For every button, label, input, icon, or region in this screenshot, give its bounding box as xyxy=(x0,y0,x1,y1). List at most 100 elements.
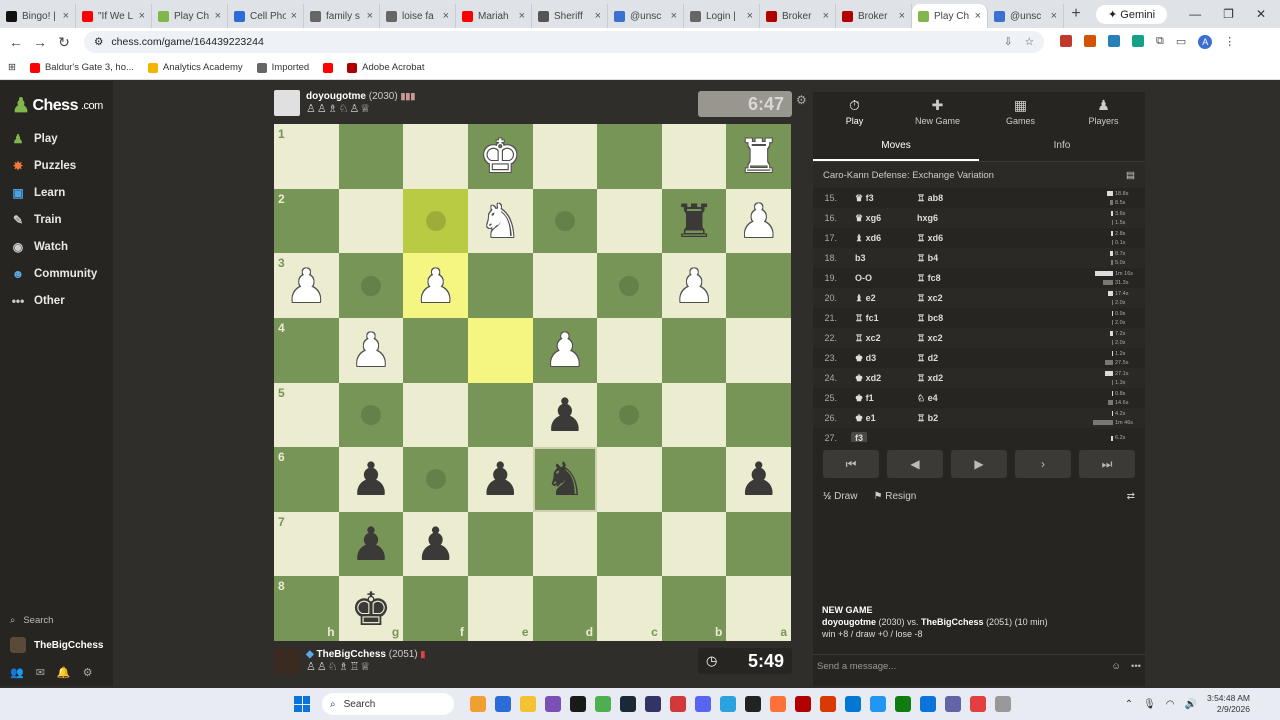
browser-tab[interactable]: Mariah × xyxy=(456,4,532,28)
sidebar-item-play[interactable]: ♟ Play xyxy=(10,125,97,152)
black-rook-piece[interactable]: ♜ xyxy=(673,198,714,244)
board-square[interactable] xyxy=(597,124,662,189)
bookmark-item[interactable]: Analytics Academy xyxy=(147,62,243,73)
board-square[interactable]: ♚ xyxy=(467,124,533,189)
board-square[interactable] xyxy=(597,382,662,448)
board-square[interactable] xyxy=(532,511,598,577)
white-pawn-piece[interactable]: ♟ xyxy=(673,263,714,309)
board-square[interactable] xyxy=(338,124,404,189)
sidebar-item-train[interactable]: ✎ Train xyxy=(10,206,97,233)
white-move[interactable]: ♚ f1 xyxy=(841,393,903,404)
white-move[interactable]: ♖ xc2 xyxy=(841,333,903,344)
board-square[interactable]: 1 xyxy=(274,124,339,189)
white-king-piece[interactable]: ♚ xyxy=(480,133,521,179)
panel-tab-play[interactable]: ⏱ Play xyxy=(813,92,896,130)
browser-tab[interactable]: loise fa × xyxy=(380,4,456,28)
taskbar-app-icon[interactable] xyxy=(995,696,1011,712)
board-square[interactable] xyxy=(403,124,468,189)
tab-close-icon[interactable]: × xyxy=(595,10,601,22)
black-pawn-piece[interactable]: ♟ xyxy=(544,392,585,438)
board-square[interactable]: 4 xyxy=(274,317,339,383)
taskbar-app-icon[interactable] xyxy=(645,696,661,712)
bookmark-item[interactable]: Adobe Acrobat xyxy=(347,62,424,73)
top-player-name[interactable]: doyougotme (2030) ▮▮▮ xyxy=(306,91,415,102)
board-square[interactable]: ♟ xyxy=(532,317,598,383)
minimize-icon[interactable]: — xyxy=(1189,7,1201,21)
address-bar[interactable]: ⚙ chess.com/game/164439223244 ⇩ ☆ xyxy=(84,31,1044,53)
board-square[interactable]: ♜ xyxy=(661,188,727,254)
black-move[interactable]: ♖ xc2 xyxy=(903,293,983,304)
board-square[interactable] xyxy=(338,382,404,448)
taskbar-app-icon[interactable] xyxy=(870,696,886,712)
extension-icon[interactable] xyxy=(1084,35,1096,47)
menu-dots-icon[interactable]: ⋮ xyxy=(1224,35,1235,49)
tab-close-icon[interactable]: × xyxy=(1051,10,1057,22)
browser-tab[interactable]: Bingo! | × xyxy=(0,4,76,28)
black-move[interactable]: ♖ bc8 xyxy=(903,313,983,324)
new-tab-button[interactable]: + xyxy=(1064,5,1088,23)
move-hint-dot[interactable] xyxy=(619,275,640,296)
board-square[interactable] xyxy=(532,253,598,318)
white-rook-piece[interactable]: ♜ xyxy=(738,133,779,179)
last-move-button[interactable]: ⏭ xyxy=(1079,450,1135,478)
move-hint-dot[interactable] xyxy=(554,210,575,231)
white-move[interactable]: ♛ f3 xyxy=(841,193,903,204)
black-move[interactable]: ♘ e4 xyxy=(903,393,983,404)
sidebar-item-community[interactable]: ☻ Community xyxy=(10,260,98,287)
sidebar-user[interactable]: TheBigCchess xyxy=(10,632,110,658)
move-hint-dot[interactable] xyxy=(619,404,640,425)
white-move[interactable]: b3 xyxy=(841,253,903,263)
white-move[interactable]: f3 xyxy=(851,432,868,442)
board-square[interactable]: ♟ xyxy=(726,447,791,512)
board-square[interactable] xyxy=(661,511,727,577)
draw-button[interactable]: ½ Draw xyxy=(823,491,857,502)
white-move[interactable]: O-O xyxy=(841,273,903,283)
black-pawn-piece[interactable]: ♟ xyxy=(480,456,521,502)
black-move[interactable]: ♖ xd2 xyxy=(903,373,983,384)
board-square[interactable]: d xyxy=(532,576,598,641)
reload-icon[interactable]: ↻ xyxy=(52,34,76,51)
black-pawn-piece[interactable]: ♟ xyxy=(738,456,779,502)
forward-arrow-icon[interactable]: → xyxy=(28,34,52,50)
board-square[interactable] xyxy=(467,511,533,577)
board-square[interactable]: 3 ♟ xyxy=(274,253,339,318)
black-move[interactable]: ♖ xd6 xyxy=(903,233,983,244)
black-pawn-piece[interactable]: ♟ xyxy=(415,521,456,567)
speaker-icon[interactable]: 🔊 xyxy=(1185,699,1197,710)
board-square[interactable]: ♟ xyxy=(403,511,468,577)
board-square[interactable] xyxy=(532,124,598,189)
windows-start-icon[interactable] xyxy=(294,696,310,712)
browser-tab[interactable]: @unsc × xyxy=(608,4,684,28)
move-hint-dot[interactable] xyxy=(360,275,381,296)
black-move[interactable]: ♖ b2 xyxy=(903,413,983,424)
board-square[interactable]: ♟ xyxy=(338,447,404,512)
board-square[interactable] xyxy=(597,511,662,577)
browser-tab[interactable]: Broker × xyxy=(836,4,912,28)
bookmark-item[interactable] xyxy=(323,62,334,73)
subtab-moves[interactable]: Moves xyxy=(813,130,979,161)
black-move[interactable]: ♖ b4 xyxy=(903,253,983,264)
settings-icon[interactable]: ⚙ xyxy=(83,666,93,679)
browser-tab[interactable]: "If We L × xyxy=(76,4,152,28)
board-square[interactable] xyxy=(597,317,662,383)
white-move[interactable]: ♖ fc1 xyxy=(841,313,903,324)
black-move[interactable]: hxg6 xyxy=(903,213,983,223)
browser-tab[interactable]: Sheriff × xyxy=(532,4,608,28)
black-move[interactable]: ♖ xc2 xyxy=(903,333,983,344)
chess-logo[interactable]: ♟ Chess .com xyxy=(12,93,103,118)
board-square[interactable] xyxy=(597,253,662,318)
black-knight-piece[interactable]: ♞ xyxy=(544,456,585,502)
message-input[interactable]: Send a message... xyxy=(817,661,896,672)
tab-close-icon[interactable]: × xyxy=(899,10,905,22)
resign-button[interactable]: ⚑ Resign xyxy=(873,491,916,502)
extension-icon[interactable] xyxy=(1132,35,1144,47)
board-square[interactable]: g ♚ xyxy=(338,576,404,641)
tab-close-icon[interactable]: × xyxy=(747,10,753,22)
board-square[interactable]: c xyxy=(597,576,662,641)
board-square[interactable] xyxy=(726,382,791,448)
tab-close-icon[interactable]: × xyxy=(671,10,677,22)
white-move[interactable]: ♝ xd6 xyxy=(841,233,903,244)
sidebar-item-watch[interactable]: ◉ Watch xyxy=(10,233,97,260)
sidepanel-icon[interactable]: ▭ xyxy=(1176,35,1186,49)
board-square[interactable]: ♞ xyxy=(467,188,533,254)
